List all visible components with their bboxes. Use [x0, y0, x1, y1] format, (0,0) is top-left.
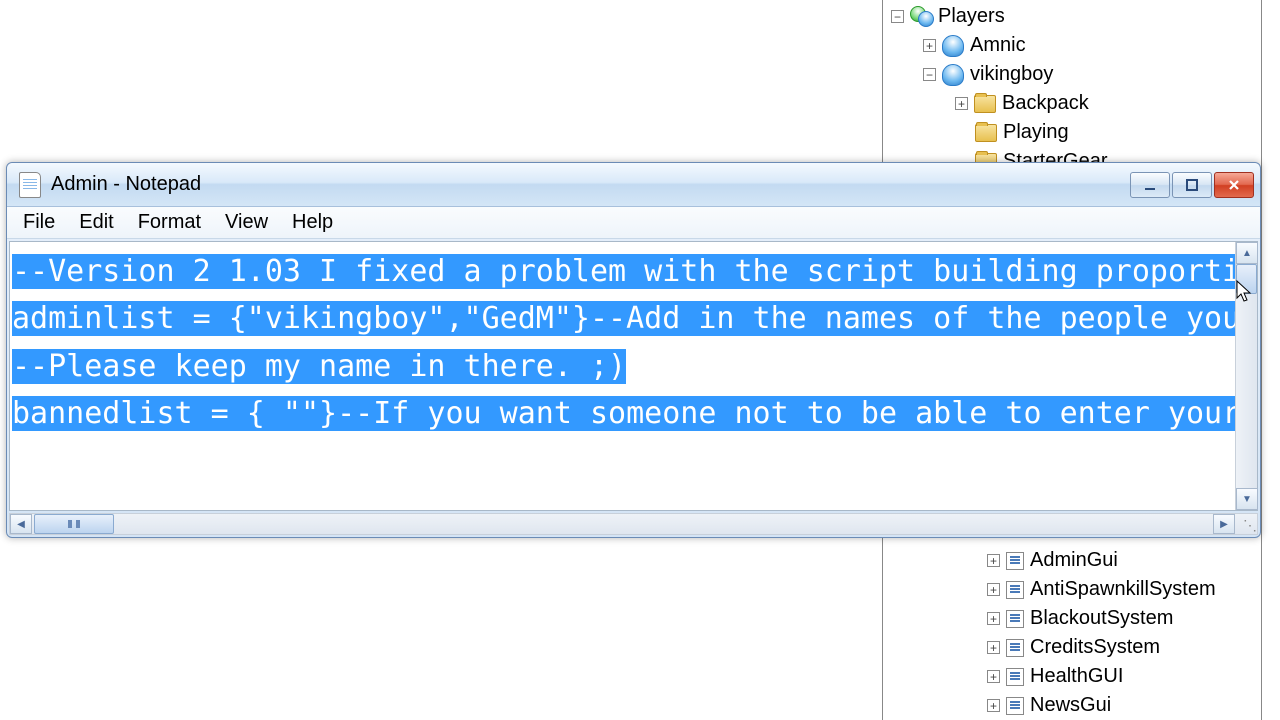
tree-item-backpack[interactable]: Backpack [883, 89, 1261, 118]
scroll-track[interactable] [1236, 264, 1257, 488]
menu-help[interactable]: Help [280, 209, 345, 236]
scroll-thumb[interactable] [1236, 264, 1257, 294]
tree-label: NewsGui [1030, 694, 1111, 717]
tree-item-newsgui[interactable]: NewsGui [883, 691, 1261, 720]
expander-icon[interactable] [987, 641, 1000, 654]
menu-file[interactable]: File [11, 209, 67, 236]
script-icon [1006, 552, 1024, 570]
tree-item-healthgui[interactable]: HealthGUI [883, 662, 1261, 691]
tree-label: Players [938, 5, 1005, 28]
minimize-button[interactable] [1130, 172, 1170, 198]
tree-label: Backpack [1002, 92, 1089, 115]
scroll-track[interactable] [32, 514, 1213, 534]
menu-format[interactable]: Format [126, 209, 213, 236]
tree-item-credits[interactable]: CreditsSystem [883, 633, 1261, 662]
tree-label: Playing [1003, 121, 1069, 144]
scroll-down-icon[interactable]: ▼ [1236, 488, 1258, 510]
menubar: File Edit Format View Help [7, 207, 1260, 239]
user-icon [942, 64, 964, 86]
expander-icon[interactable] [923, 68, 936, 81]
vertical-scrollbar[interactable]: ▲ ▼ [1235, 242, 1257, 510]
editor-line: bannedlist = { ""}--If you want someone … [12, 396, 1235, 431]
expander-icon[interactable] [987, 554, 1000, 567]
tree-label: AdminGui [1030, 549, 1118, 572]
expander-icon[interactable] [891, 10, 904, 23]
notepad-window: Admin - Notepad File Edit Format View He… [6, 162, 1261, 538]
expander-icon[interactable] [987, 699, 1000, 712]
maximize-button[interactable] [1172, 172, 1212, 198]
tree-item-players[interactable]: Players [883, 2, 1261, 31]
tree-item-vikingboy[interactable]: vikingboy [883, 60, 1261, 89]
scroll-up-icon[interactable]: ▲ [1236, 242, 1258, 264]
editor-line: --Please keep my name in there. ;) [12, 349, 626, 384]
tree-label: AntiSpawnkillSystem [1030, 578, 1216, 601]
expander-icon[interactable] [987, 612, 1000, 625]
user-icon [942, 35, 964, 57]
script-icon [1006, 697, 1024, 715]
notepad-icon [19, 172, 41, 198]
scroll-left-icon[interactable]: ◀ [10, 514, 32, 534]
editor-line: --Version 2 1.03 I fixed a problem with … [12, 254, 1235, 289]
script-icon [1006, 610, 1024, 628]
tree-label: Amnic [970, 34, 1026, 57]
close-button[interactable] [1214, 172, 1254, 198]
tree-item-antispawn[interactable]: AntiSpawnkillSystem [883, 575, 1261, 604]
tree-label: vikingboy [970, 63, 1053, 86]
menu-view[interactable]: View [213, 209, 280, 236]
text-editor[interactable]: --Version 2 1.03 I fixed a problem with … [10, 242, 1235, 510]
tree-item-admingui[interactable]: AdminGui [883, 546, 1261, 575]
tree-label: BlackoutSystem [1030, 607, 1173, 630]
scroll-thumb[interactable] [34, 514, 114, 534]
menu-edit[interactable]: Edit [67, 209, 125, 236]
expander-icon[interactable] [923, 39, 936, 52]
folder-icon [974, 95, 996, 113]
expander-icon[interactable] [987, 583, 1000, 596]
expander-icon[interactable] [955, 97, 968, 110]
horizontal-scrollbar[interactable]: ◀ ▶ [9, 513, 1258, 535]
editor-line: adminlist = {"vikingboy","GedM"}--Add in… [12, 301, 1235, 336]
tree-item-amnic[interactable]: Amnic [883, 31, 1261, 60]
script-icon [1006, 668, 1024, 686]
tree-item-blackout[interactable]: BlackoutSystem [883, 604, 1261, 633]
resize-grip-icon[interactable] [1235, 514, 1257, 534]
scroll-right-icon[interactable]: ▶ [1213, 514, 1235, 534]
players-icon [910, 6, 932, 28]
expander-icon[interactable] [987, 670, 1000, 683]
folder-icon [975, 124, 997, 142]
script-icon [1006, 639, 1024, 657]
window-title: Admin - Notepad [51, 173, 1130, 196]
titlebar[interactable]: Admin - Notepad [7, 163, 1260, 207]
tree-label: HealthGUI [1030, 665, 1123, 688]
script-icon [1006, 581, 1024, 599]
tree-item-playing[interactable]: Playing [883, 118, 1261, 147]
tree-label: CreditsSystem [1030, 636, 1160, 659]
